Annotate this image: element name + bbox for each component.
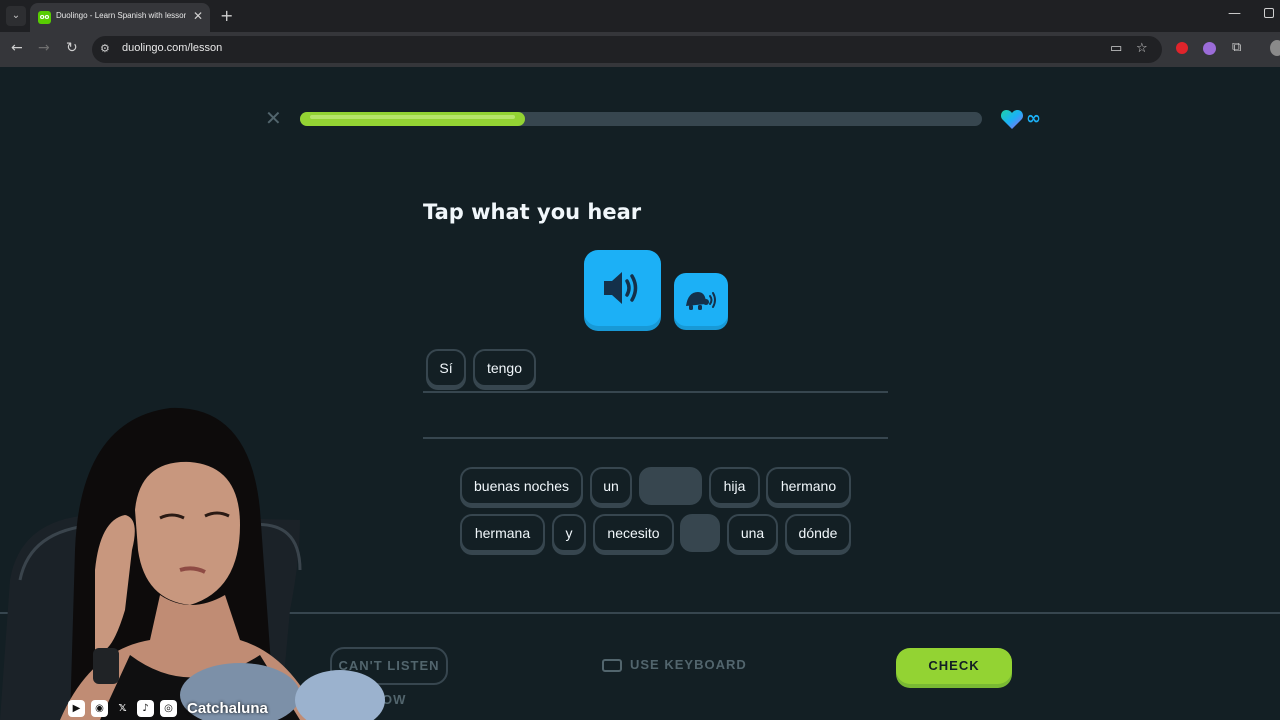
answer-line [423,391,888,393]
discord-icon: ◉ [91,699,108,717]
tab-list-icon[interactable]: ⌄ [6,6,26,26]
answer-word[interactable]: Sí [426,349,466,387]
tab-title: Duolingo - Learn Spanish with lessons th… [56,11,186,20]
answer-word[interactable]: tengo [473,349,536,387]
answer-line [423,437,888,439]
word-bank-empty-slot [639,467,702,505]
cast-icon[interactable]: ▭ [1110,41,1122,56]
heart-icon [1000,110,1024,129]
infinite-hearts: ∞ [1026,108,1041,129]
use-keyboard-button[interactable]: USE KEYBOARD [602,657,747,673]
maximize-icon[interactable] [1264,8,1274,18]
x-icon: 𝕏 [118,702,127,714]
word-bank-empty-slot [680,514,720,552]
close-icon[interactable]: ✕ [193,9,203,23]
tiktok-icon: ♪ [137,699,154,717]
play-audio-button[interactable] [584,250,661,326]
word-bank-tile[interactable]: hermana [460,514,545,552]
speaker-icon [604,272,638,304]
progress-shine [310,115,515,119]
keyboard-icon [602,659,622,673]
word-bank-tile[interactable]: y [552,514,586,552]
word-bank-tile[interactable]: una [727,514,778,552]
reload-icon[interactable]: ↻ [66,40,78,56]
word-bank-tile[interactable]: necesito [593,514,674,552]
progress-bar [300,112,982,126]
prompt-title: Tap what you hear [423,200,642,224]
social-links: ▶ ◉ 𝕏 ♪ ◎ Catchaluna [68,698,268,718]
back-icon[interactable]: ← [11,40,23,56]
progress-fill [300,112,525,126]
browser-tab[interactable]: oo Duolingo - Learn Spanish with lessons… [30,3,210,32]
turtle-icon [686,292,716,310]
webcam-overlay [0,407,385,720]
word-bank-tile[interactable]: dónde [785,514,851,552]
slow-audio-button[interactable] [674,273,728,326]
duolingo-favicon: oo [38,11,51,24]
browser-toolbar: ← → ↻ ⚙ duolingo.com/lesson ▭ ☆ [0,32,1280,67]
use-keyboard-label: USE KEYBOARD [630,657,747,672]
minimize-icon[interactable]: — [1228,6,1241,21]
star-icon[interactable]: ☆ [1136,41,1148,56]
profile-icon[interactable] [1270,40,1280,56]
address-bar[interactable]: ⚙ duolingo.com/lesson [92,36,1162,63]
streamer-handle: Catchaluna [187,699,268,717]
word-bank-tile[interactable]: hija [709,467,760,505]
check-button[interactable]: CHECK [896,648,1012,684]
close-lesson-icon[interactable]: ✕ [265,106,282,130]
word-bank-tile[interactable]: un [590,467,632,505]
puzzle-icon[interactable]: ⧉ [1232,40,1241,55]
word-bank-tile[interactable]: hermano [766,467,851,505]
url-text[interactable]: duolingo.com/lesson [122,42,222,54]
youtube-icon: ▶ [68,699,85,717]
new-tab-icon[interactable]: + [220,6,233,25]
browser-tab-bar: ⌄ oo Duolingo - Learn Spanish with lesso… [0,0,1280,32]
site-info-icon[interactable]: ⚙ [100,42,110,55]
instagram-icon: ◎ [160,699,177,717]
forward-icon[interactable]: → [38,40,50,56]
extension-icon[interactable] [1176,42,1188,54]
extension-icon[interactable] [1203,42,1216,55]
word-bank-tile[interactable]: buenas noches [460,467,583,505]
